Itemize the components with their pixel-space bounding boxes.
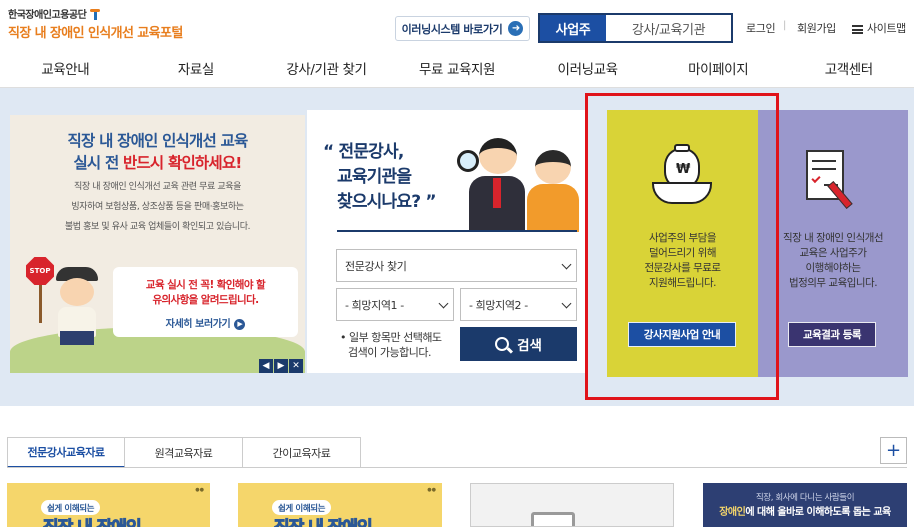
portal-name: 직장 내 장애인 인식개선 교육포털 <box>8 26 183 41</box>
site-logo[interactable]: 한국장애인고용공단 직장 내 장애인 인식개선 교육포털 <box>8 6 183 41</box>
util-separator: | <box>783 20 787 31</box>
warning-banner[interactable]: 직장 내 장애인 인식개선 교육 실시 전 반드시 확인하세요! 직장 내 장애… <box>10 115 305 373</box>
user-type-toggle: 사업주 강사/교육기관 <box>538 13 733 43</box>
main-nav: 교육안내 자료실 강사/기관 찾기 무료 교육지원 이러닝교육 마이페이지 고객… <box>0 48 914 88</box>
hamburger-menu-icon <box>852 24 863 34</box>
banner-title-line1: 직장 내 장애인 인식개선 교육 <box>67 132 249 150</box>
tab-instructor-materials[interactable]: 전문강사교육자료 <box>7 437 125 468</box>
see-more-link[interactable]: 자세히 보러가기 ▶ <box>113 315 298 330</box>
org-logo-icon: ●● <box>427 487 436 493</box>
material-thumbnail[interactable]: ●● 쉽게 이해되는 직장 내 장애인 <box>238 483 442 527</box>
search-note: • 일부 항목만 선택해도 검색이 가능합니다. <box>340 331 442 359</box>
material-thumbnail[interactable] <box>470 483 674 527</box>
search-question: “ 전문강사, 교육기관을 찾으시나요? ” <box>323 142 437 212</box>
nav-item-customer-center[interactable]: 고객센터 <box>783 48 914 87</box>
register-result-button[interactable]: 교육결과 등록 <box>788 322 876 347</box>
notice-box: 교육 실시 전 꼭! 확인해야 할 유의사항을 알려드립니다. 자세히 보러가기… <box>113 267 298 337</box>
header: 한국장애인고용공단 직장 내 장애인 인식개선 교육포털 이러닝시스템 바로가기… <box>0 0 914 48</box>
divider-line <box>337 230 577 232</box>
tabs-underline <box>7 467 907 468</box>
nav-item-free-support[interactable]: 무료 교육지원 <box>392 48 523 87</box>
monitor-icon <box>531 512 575 526</box>
legal-duty-card: 직장 내 장애인 인식개선 교육은 사업주가 이행해야하는 법정의무 교육입니다… <box>758 110 908 377</box>
nav-item-find-instructor[interactable]: 강사/기관 찾기 <box>261 48 392 87</box>
search-icon <box>495 337 510 351</box>
agency-logo-icon <box>89 7 101 21</box>
chevron-down-icon <box>561 259 572 270</box>
officer-illustration <box>48 267 108 349</box>
org-name: 한국장애인고용공단 <box>8 6 183 21</box>
elearning-system-link[interactable]: 이러닝시스템 바로가기 ➜ <box>395 16 530 41</box>
resource-tabs: 전문강사교육자료 원격교육자료 간이교육자료 <box>7 437 361 468</box>
region2-select[interactable]: - 희망지역2 - <box>460 288 577 321</box>
search-type-select[interactable]: 전문강사 찾기 <box>336 249 577 282</box>
search-button[interactable]: 검색 <box>460 327 577 361</box>
sitemap-link[interactable]: 사이트맵 <box>852 20 906 36</box>
sign-pole <box>39 283 42 323</box>
slide-controls: ◀ ▶ ✕ <box>259 359 303 373</box>
nav-item-resources[interactable]: 자료실 <box>131 48 262 87</box>
region1-select[interactable]: - 희망지역1 - <box>336 288 454 321</box>
document-check-icon <box>806 150 858 210</box>
login-link[interactable]: 로그인 <box>746 20 776 36</box>
chevron-right-icon: ▶ <box>234 318 246 330</box>
material-thumbnail[interactable]: 직장, 회사에 다니는 사람들이 장애인에 대해 올바로 이해하도록 돕는 교육 <box>703 483 907 527</box>
nav-item-mypage[interactable]: 마이페이지 <box>653 48 784 87</box>
user-type-instructor[interactable]: 강사/교육기관 <box>606 15 731 41</box>
tab-simple-materials[interactable]: 간이교육자료 <box>243 437 361 468</box>
user-type-employer[interactable]: 사업주 <box>540 15 606 41</box>
signup-link[interactable]: 회원가입 <box>797 20 836 36</box>
arrow-right-icon: ➜ <box>508 21 524 36</box>
banner-title-line2: 실시 전 반드시 확인하세요! <box>73 154 242 172</box>
prev-slide-button[interactable]: ◀ <box>259 359 273 373</box>
chevron-down-icon <box>438 298 449 309</box>
nav-item-elearning[interactable]: 이러닝교육 <box>522 48 653 87</box>
more-button[interactable]: + <box>880 437 907 464</box>
legal-duty-description: 직장 내 장애인 인식개선 교육은 사업주가 이행해야하는 법정의무 교육입니다… <box>782 232 884 289</box>
tab-remote-materials[interactable]: 원격교육자료 <box>125 437 243 468</box>
material-thumbnail[interactable]: ●● 쉽게 이해되는 직장 내 장애인 <box>7 483 210 527</box>
nav-item-education-info[interactable]: 교육안내 <box>0 48 131 87</box>
chevron-down-icon <box>561 298 572 309</box>
close-slide-button[interactable]: ✕ <box>289 359 303 373</box>
next-slide-button[interactable]: ▶ <box>274 359 288 373</box>
highlight-annotation <box>585 93 779 400</box>
banner-description: 직장 내 장애인 인식개선 교육 관련 무료 교육을 빙자하여 보험상품, 상조… <box>64 182 251 232</box>
org-logo-icon: ●● <box>195 487 204 493</box>
instructors-illustration <box>457 132 597 232</box>
